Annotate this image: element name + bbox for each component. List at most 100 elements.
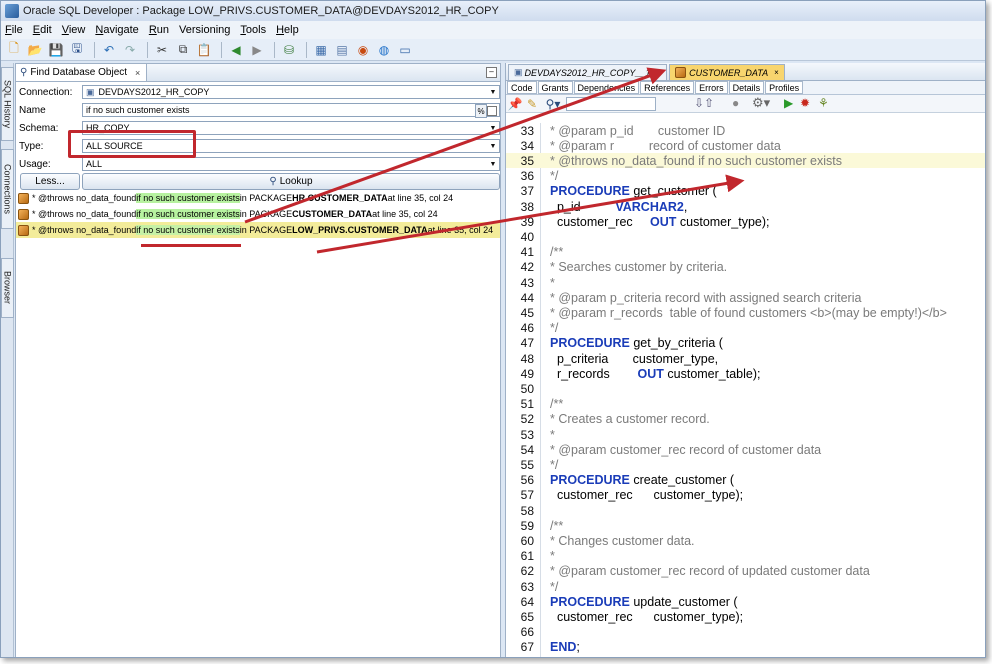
tab-sql-history[interactable]: SQL History (1, 67, 14, 141)
save-icon[interactable]: 💾 (47, 41, 65, 59)
line-number: 51 (520, 397, 534, 412)
back-icon[interactable]: ◀ (227, 41, 245, 59)
code-line: 50 (506, 381, 985, 396)
tab-details[interactable]: Details (728, 81, 765, 94)
undo-icon[interactable]: ↶ (100, 41, 118, 59)
line-number: 55 (520, 457, 534, 472)
connection-icon[interactable]: ⚲▾ (542, 95, 564, 113)
menu-bar: File Edit View Navigate Run Versioning Tools He… (1, 21, 985, 39)
tab-errors[interactable]: Errors (695, 81, 728, 94)
editor-tab-bar: ▣ DEVDAYS2012_HR_COPY__1 × CUSTOMER_DATA… (506, 63, 985, 81)
tab-find-database-object[interactable]: ⚲ Find Database Object × (16, 64, 148, 81)
code-text: customer_rec customer_type); (550, 610, 743, 624)
result-row[interactable]: * @throws no_data_found if no such custo… (16, 190, 500, 206)
code-token: , (683, 199, 688, 214)
open-icon[interactable]: 📂 (26, 41, 44, 59)
menu-file[interactable]: File (5, 24, 23, 36)
code-line: 45 * @param r_records table of found cust… (506, 305, 985, 320)
code-token: */ (550, 321, 559, 336)
name-input[interactable]: if no such customer exists % (82, 103, 500, 118)
minimize-button[interactable]: – (486, 67, 497, 78)
line-number: 48 (520, 351, 534, 366)
compile-icon[interactable]: ⚙▾ (752, 95, 770, 111)
line-number: 45 (520, 305, 534, 320)
close-icon[interactable]: × (774, 68, 779, 77)
tab-profiles[interactable]: Profiles (765, 81, 804, 94)
line-number: 64 (520, 594, 534, 609)
save-all-icon[interactable]: 🖫 (68, 41, 86, 59)
paste-icon[interactable]: 📋 (195, 41, 213, 59)
tab-connections[interactable]: Connections (1, 149, 14, 229)
menu-edit[interactable]: Edit (33, 24, 52, 36)
menu-tools[interactable]: Tools (240, 24, 266, 36)
line-number: 63 (520, 579, 534, 594)
line-number: 47 (520, 336, 534, 351)
debug-icon[interactable]: ✹ (800, 96, 810, 110)
redo-icon[interactable]: ↷ (121, 41, 139, 59)
code-token: /** (550, 245, 564, 260)
code-token: p_id (550, 199, 581, 214)
line-number: 58 (520, 503, 534, 518)
run-icon[interactable]: ▶ (784, 96, 793, 110)
code-text: /** (550, 519, 563, 533)
results-list: * @throws no_data_found if no such custo… (16, 190, 500, 238)
code-token: * @param customer_rec record of updated … (550, 564, 870, 579)
result-obj: LOW_PRIVS.CUSTOMER_DATA (292, 225, 428, 235)
browser-label: Browser (2, 271, 13, 305)
less-button[interactable]: Less... (20, 173, 80, 190)
sql-worksheet-icon[interactable]: ▦ (312, 41, 330, 59)
code-token: customer_rec customer_type); (550, 488, 744, 503)
code-text: * (550, 276, 555, 290)
result-pre: * @throws no_data_found (32, 209, 137, 219)
less-label: Less... (35, 176, 65, 187)
editor-search-input[interactable] (566, 97, 656, 111)
code-token: /** (550, 518, 564, 533)
tab-references[interactable]: References (640, 81, 695, 94)
chevron-down-icon: ▼ (489, 125, 497, 132)
tab-grants[interactable]: Grants (537, 81, 573, 94)
tab-customer-data[interactable]: CUSTOMER_DATA × (669, 64, 785, 80)
wildcard-checkbox[interactable] (487, 106, 497, 116)
line-number: 67 (520, 640, 534, 655)
code-area[interactable]: 33 * @param p_id customer ID 34 * @param r … (506, 123, 985, 657)
menu-navigate[interactable]: Navigate (95, 24, 138, 36)
result-row[interactable]: * @throws no_data_found if no such custo… (16, 206, 500, 222)
result-row[interactable]: * @throws no_data_found if no such custo… (16, 222, 500, 238)
edit-icon[interactable]: ✎ (525, 95, 539, 113)
monitor-icon[interactable]: ◉ (354, 41, 372, 59)
forward-icon[interactable]: ▶ (248, 41, 266, 59)
menu-run[interactable]: Run (149, 24, 169, 36)
stop-icon[interactable]: ● (732, 96, 739, 110)
code-line: 65 customer_rec customer_type); (506, 609, 985, 624)
pin-icon[interactable]: 📌 (508, 95, 523, 113)
wildcard-button[interactable]: % (475, 104, 487, 118)
close-icon[interactable]: × (656, 68, 661, 77)
connection-select[interactable]: ▣ DEVDAYS2012_HR_COPY ▼ (82, 85, 500, 99)
result-mid: in PACKAGE (239, 225, 293, 235)
tab-dependencies[interactable]: Dependencies (573, 81, 640, 94)
cut-icon[interactable]: ✂ (153, 41, 171, 59)
lookup-button[interactable]: ⚲ Lookup (82, 173, 500, 190)
usage-select[interactable]: ALL ▼ (82, 157, 500, 171)
toolbar-separator (306, 41, 307, 58)
search-nav-icon[interactable]: ⇩⇧ (694, 96, 714, 110)
menu-versioning[interactable]: Versioning (179, 24, 230, 36)
profile-icon[interactable]: ⚘ (818, 96, 829, 110)
usage-value: ALL (86, 159, 103, 169)
menu-view[interactable]: View (62, 24, 86, 36)
menu-help[interactable]: Help (276, 24, 299, 36)
usage-row: Usage: ALL ▼ (16, 156, 502, 172)
tab-browser[interactable]: Browser (1, 258, 14, 318)
tab-code[interactable]: Code (507, 81, 537, 94)
new-icon[interactable]: 🗋 (5, 41, 23, 59)
code-line: 67 END; (506, 640, 985, 655)
line-number: 34 (520, 138, 534, 153)
tab-worksheet[interactable]: ▣ DEVDAYS2012_HR_COPY__1 × (508, 64, 668, 80)
copy-icon[interactable]: ⧉ (174, 41, 192, 59)
connections-icon[interactable]: ⛁ (280, 41, 298, 59)
reports-icon[interactable]: ▤ (333, 41, 351, 59)
unit-test-icon[interactable]: ▭ (396, 41, 414, 59)
close-icon[interactable]: × (135, 68, 140, 78)
browser-icon[interactable]: ◍ (375, 41, 393, 59)
connection-row: Connection: ▣ DEVDAYS2012_HR_COPY ▼ (16, 84, 502, 100)
